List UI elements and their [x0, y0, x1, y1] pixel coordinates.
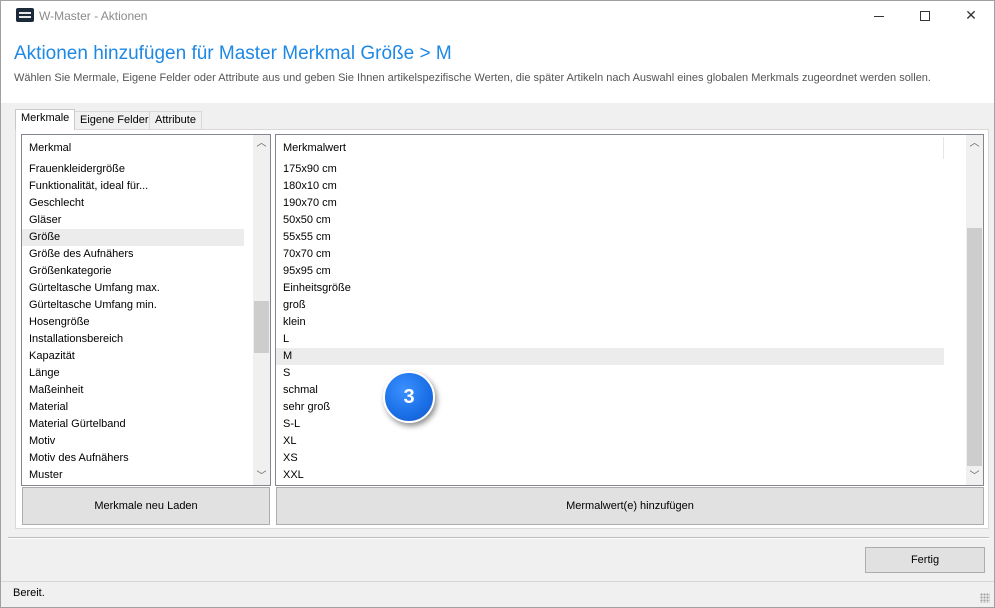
list-item[interactable]: Maßeinheit	[22, 382, 244, 399]
list-item[interactable]: Gürteltasche Umfang max.	[22, 280, 244, 297]
merkmalwert-rows: 175x90 cm 180x10 cm 190x70 cm 50x50 cm 55x55…	[276, 161, 944, 484]
list-item[interactable]: Motiv des Aufnähers	[22, 450, 244, 467]
page-title: Aktionen hinzufügen für Master Merkmal G…	[14, 43, 452, 64]
app-icon	[16, 8, 34, 22]
tab-attribute[interactable]: Attribute	[149, 111, 202, 129]
status-bar: Bereit.	[1, 581, 994, 607]
list-item[interactable]: Motiv	[22, 433, 244, 450]
title-bar[interactable]: W-Master - Aktionen ✕	[1, 1, 994, 31]
list-item[interactable]: 180x10 cm	[276, 178, 944, 195]
status-text: Bereit.	[13, 587, 45, 599]
merkmal-rows: Frauenkleidergröße Funktionalität, ideal …	[22, 161, 244, 484]
tab-merkmale[interactable]: Merkmale	[15, 109, 76, 130]
list-item[interactable]: klein	[276, 314, 944, 331]
list-item[interactable]: XXL	[276, 467, 944, 484]
window-title: W-Master - Aktionen	[39, 9, 148, 23]
scroll-thumb[interactable]	[967, 228, 982, 466]
reload-merkmale-button[interactable]: Merkmale neu Laden	[22, 487, 270, 525]
list-item[interactable]: sehr groß	[276, 399, 944, 416]
scroll-thumb[interactable]	[254, 301, 269, 353]
merkmal-scrollbar[interactable]: ︿ ﹀	[253, 135, 270, 485]
scroll-down-icon[interactable]: ﹀	[966, 468, 983, 485]
step-badge: 3	[383, 371, 435, 423]
maximize-button[interactable]	[902, 1, 948, 31]
list-item[interactable]: 70x70 cm	[276, 246, 944, 263]
list-item[interactable]: Funktionalität, ideal für...	[22, 178, 244, 195]
list-item[interactable]: XS	[276, 450, 944, 467]
page-subtitle: Wählen Sie Mermale, Eigene Felder oder A…	[14, 72, 931, 84]
tab-eigene-felder[interactable]: Eigene Felder	[74, 111, 155, 129]
merkmal-column-label: Merkmal	[29, 142, 72, 154]
list-item[interactable]: 50x50 cm	[276, 212, 944, 229]
list-item[interactable]: Größe des Aufnähers	[22, 246, 244, 263]
list-item[interactable]: Hosengröße	[22, 314, 244, 331]
minimize-button[interactable]	[856, 1, 902, 31]
list-item[interactable]: M	[276, 348, 944, 365]
list-item[interactable]: Gläser	[22, 212, 244, 229]
list-item[interactable]: Frauenkleidergröße	[22, 161, 244, 178]
list-item[interactable]: L	[276, 331, 944, 348]
list-item[interactable]: Größenkategorie	[22, 263, 244, 280]
merkmal-list[interactable]: Merkmal Frauenkleidergröße Funktionalität…	[21, 134, 271, 486]
list-item[interactable]: groß	[276, 297, 944, 314]
dialog-header: Aktionen hinzufügen für Master Merkmal G…	[1, 31, 994, 103]
scroll-down-icon[interactable]: ﹀	[253, 468, 270, 485]
list-item[interactable]: Material Gürtelband	[22, 416, 244, 433]
merkmalwert-column-label: Merkmalwert	[283, 142, 346, 154]
list-item[interactable]: Muster	[22, 467, 244, 484]
resize-grip-icon[interactable]	[980, 593, 990, 603]
divider-highlight	[8, 538, 989, 539]
list-item[interactable]: Einheitsgröße	[276, 280, 944, 297]
list-item[interactable]: Installationsbereich	[22, 331, 244, 348]
list-item[interactable]: 175x90 cm	[276, 161, 944, 178]
scroll-up-icon[interactable]: ︿	[966, 135, 983, 152]
merkmalwert-column-header[interactable]: Merkmalwert	[276, 135, 944, 161]
merkmal-column-header[interactable]: Merkmal	[22, 135, 254, 161]
list-item[interactable]: Geschlecht	[22, 195, 244, 212]
maximize-icon	[920, 11, 930, 22]
merkmalwert-scrollbar[interactable]: ︿ ﹀	[966, 135, 983, 485]
list-item[interactable]: Gürteltasche Umfang min.	[22, 297, 244, 314]
list-item[interactable]: Länge	[22, 365, 244, 382]
scroll-up-icon[interactable]: ︿	[253, 135, 270, 152]
list-item[interactable]: Größe	[22, 229, 244, 246]
done-button[interactable]: Fertig	[865, 547, 985, 573]
list-item[interactable]: Kapazität	[22, 348, 244, 365]
list-item[interactable]: 190x70 cm	[276, 195, 944, 212]
list-item[interactable]: S	[276, 365, 944, 382]
list-item[interactable]: XL	[276, 433, 944, 450]
minimize-icon	[874, 15, 884, 17]
list-item[interactable]: 55x55 cm	[276, 229, 944, 246]
app-window: W-Master - Aktionen ✕ Aktionen hinzufüge…	[0, 0, 995, 608]
list-item[interactable]: 95x95 cm	[276, 263, 944, 280]
column-separator	[943, 137, 944, 159]
merkmalwert-list[interactable]: Merkmalwert 175x90 cm 180x10 cm 190x70 cm 5…	[275, 134, 984, 486]
list-item[interactable]: S-L	[276, 416, 944, 433]
list-item[interactable]: schmal	[276, 382, 944, 399]
add-merkmalwert-button[interactable]: Mermalwert(e) hinzufügen	[276, 487, 984, 525]
close-button[interactable]: ✕	[948, 1, 994, 31]
close-icon: ✕	[965, 7, 977, 23]
list-item[interactable]: Material	[22, 399, 244, 416]
